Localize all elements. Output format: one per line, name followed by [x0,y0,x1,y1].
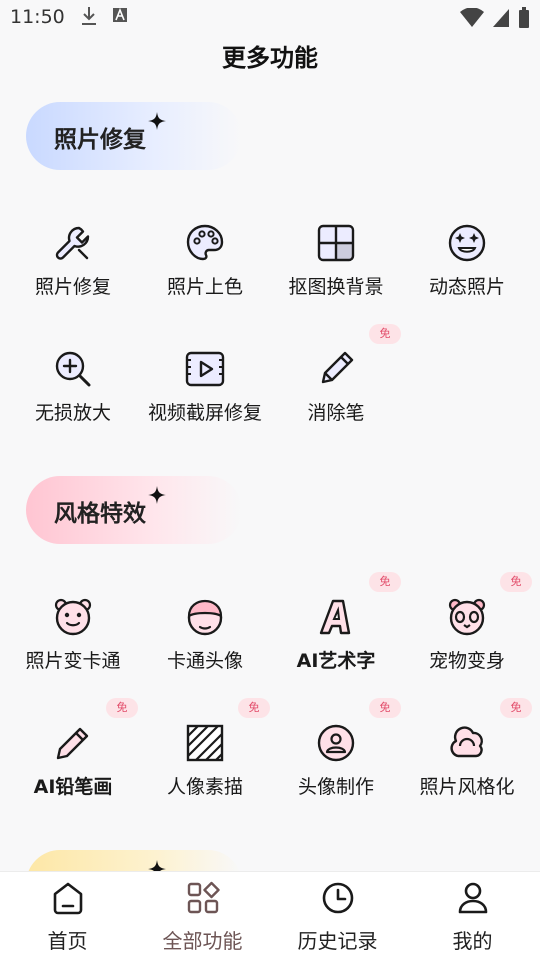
video-frame-icon [185,351,225,387]
tool-label: 卡通头像 [166,650,243,672]
tool-avatar-maker[interactable]: 头像制作 [271,722,401,799]
nav-label: 我的 [452,929,493,953]
section-header-style-effects: 风格特效 [26,476,242,544]
free-badge: 免 [106,698,138,718]
tool-photo-stylize[interactable]: 照片风格化 [402,722,532,799]
bear-face-icon [54,598,92,636]
free-badge: 免 [369,324,401,344]
wrench-icon [55,226,90,260]
pencil-drawing-icon [56,727,89,760]
tool-label: 抠图换背景 [288,276,384,298]
cartoon-head-icon [187,599,223,636]
panda-icon [448,598,486,636]
tool-label: 无损放大 [34,402,111,424]
tool-label: 头像制作 [297,776,374,798]
tool-lossless-upscale[interactable]: 无损放大 [8,348,138,425]
tool-label: AI铅笔画 [33,776,113,798]
nav-label: 首页 [47,929,88,953]
nav-profile[interactable]: 我的 [405,880,540,954]
section-title: 照片修复 [54,127,146,153]
free-badge: 免 [369,698,401,718]
section-header-photo-repair: 照片修复 [26,102,242,170]
section-header-partial [26,850,242,871]
tool-photo-repair[interactable]: 照片修复 [8,222,138,299]
free-badge: 免 [500,572,532,592]
nav-home[interactable]: 首页 [0,880,135,954]
tool-ai-pencil-drawing[interactable]: AI铅笔画 [8,722,138,799]
star-face-icon [448,224,486,262]
tool-label: 消除笔 [307,402,365,424]
art-letter-a-icon [319,599,351,635]
nav-label: 历史记录 [297,929,378,953]
tool-label: 照片上色 [166,276,243,298]
tool-ai-art-text[interactable]: AI艺术字 [271,596,401,673]
zoom-in-icon [55,351,91,387]
status-time: 11:50 [10,6,65,28]
tool-label: 宠物变身 [428,650,505,672]
wifi-icon [460,8,484,27]
sparkle-icon [148,860,166,871]
sparkle-icon [148,112,166,130]
free-badge: 免 [238,698,270,718]
nav-label: 全部功能 [162,929,243,953]
status-bar: 11:50 [0,0,540,36]
tool-photo-colorize[interactable]: 照片上色 [140,222,270,299]
grid-icon [317,224,355,262]
page-title: 更多功能 [222,44,318,72]
nav-all-features[interactable]: 全部功能 [135,880,270,954]
tool-label: AI艺术字 [296,650,376,672]
tool-label: 照片修复 [34,276,111,298]
download-icon [82,7,96,25]
tool-cartoon-avatar[interactable]: 卡通头像 [140,596,270,673]
bottom-nav: 首页 全部功能 历史记录 我的 [0,871,540,961]
tool-eraser-pen[interactable]: 消除笔 [271,348,401,425]
tool-video-screenshot-repair[interactable]: 视频截屏修复 [140,348,270,425]
feature-list[interactable]: 照片修复 照片修复 照片上色 抠图换背景 动态照片 无损放大 视频截屏修复 消除… [0,86,540,871]
tool-label: 人像素描 [166,776,243,798]
free-badge: 免 [500,698,532,718]
home-icon [53,882,82,915]
tool-pet-transform[interactable]: 宠物变身 [402,596,532,673]
apps-icon [187,881,220,914]
tool-label: 视频截屏修复 [147,402,262,424]
tool-cutout-background[interactable]: 抠图换背景 [271,222,401,299]
palette-icon [186,224,224,261]
tool-animated-photo[interactable]: 动态照片 [402,222,532,299]
nav-history[interactable]: 历史记录 [270,880,405,954]
signal-icon [493,9,509,27]
avatar-icon [317,724,355,762]
sketch-hatch-icon [186,724,224,762]
tool-label: 照片风格化 [419,776,515,798]
user-icon [458,882,487,914]
battery-icon [519,7,529,28]
pencil-icon [321,351,354,384]
clock-icon [322,882,353,914]
free-badge: 免 [369,572,401,592]
cloud-style-icon [450,726,483,758]
font-a-icon [113,7,127,22]
section-title: 风格特效 [54,501,146,527]
tool-photo-to-cartoon[interactable]: 照片变卡通 [8,596,138,673]
sparkle-icon [148,486,166,504]
tool-portrait-sketch[interactable]: 人像素描 [140,722,270,799]
tool-label: 照片变卡通 [25,650,121,672]
tool-label: 动态照片 [428,276,505,298]
